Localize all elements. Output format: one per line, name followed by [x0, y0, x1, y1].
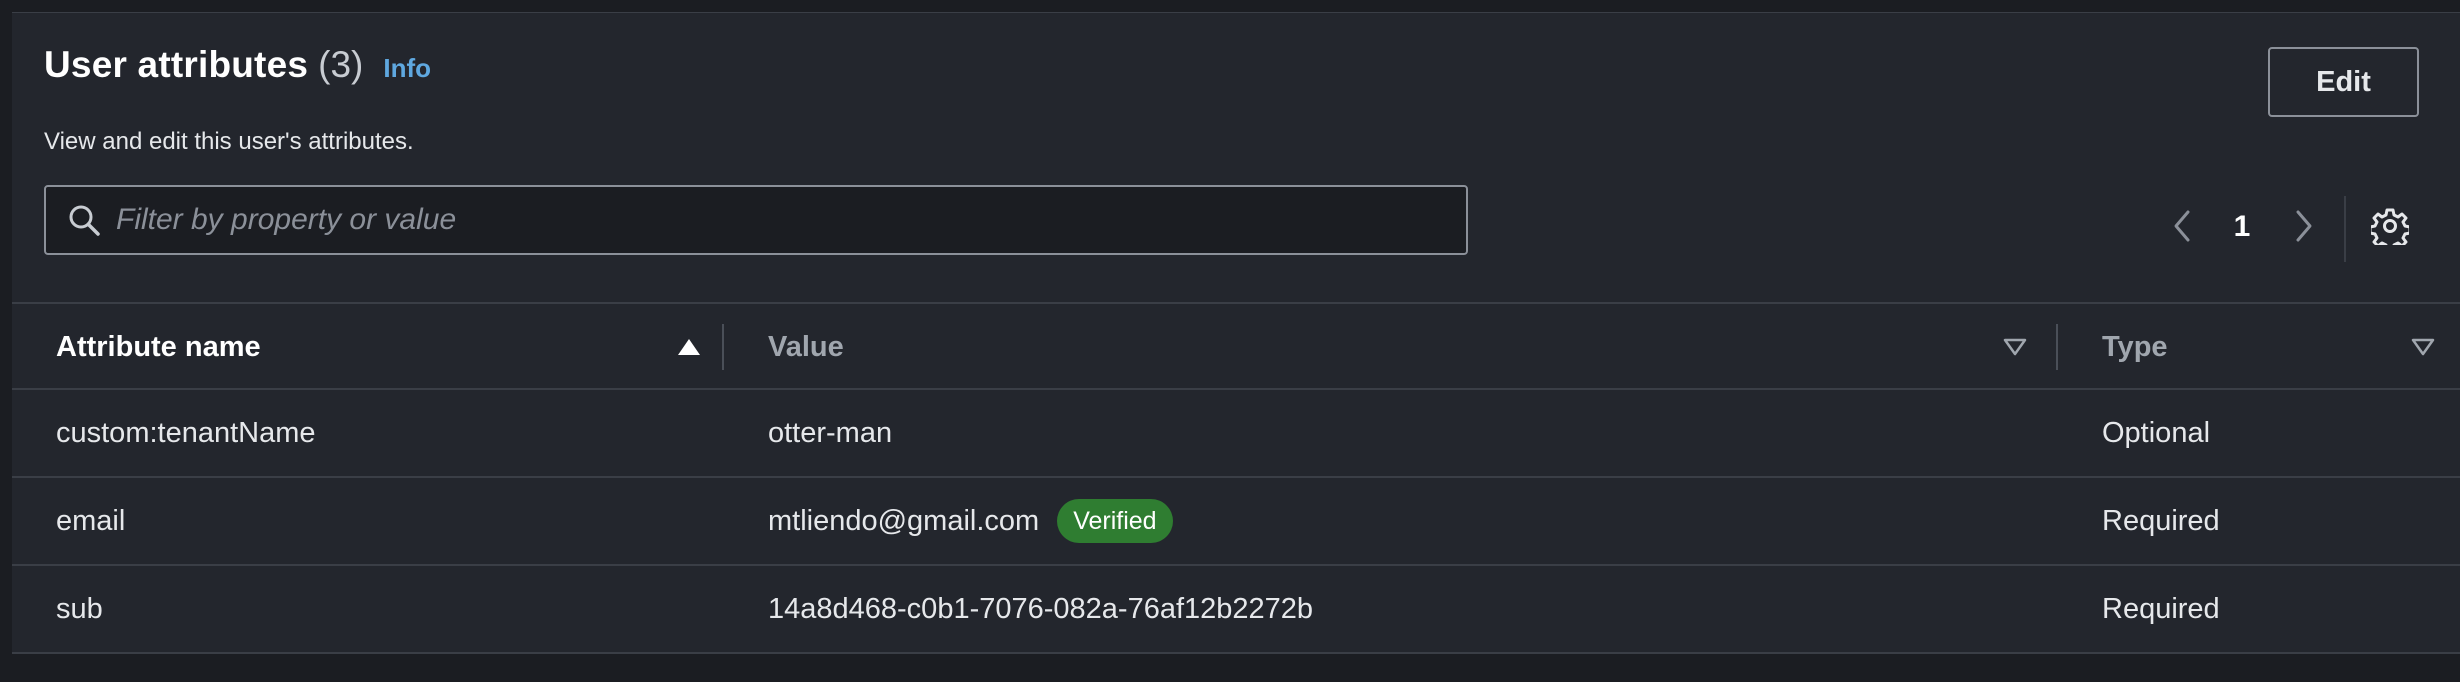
table-preferences-button[interactable] [2368, 207, 2412, 251]
attribute-value-text: otter-man [768, 416, 893, 449]
search-icon [62, 198, 106, 242]
column-divider[interactable] [722, 324, 724, 370]
attribute-name-cell: custom:tenantName [56, 416, 316, 449]
attribute-name-cell: email [56, 504, 126, 537]
next-page-button[interactable] [2290, 208, 2318, 248]
column-header-attribute-name[interactable]: Attribute name [56, 304, 261, 390]
title-row: User attributes (3) Info [44, 44, 2404, 94]
attribute-value-cell: mtliendo@gmail.com Verified [768, 478, 1173, 564]
previous-page-button[interactable] [2168, 208, 2196, 248]
chevron-right-icon [2292, 208, 2316, 249]
pager-divider [2344, 196, 2346, 262]
attribute-count: (3) [318, 44, 364, 85]
page-title: User attributes [44, 44, 309, 85]
panel-description: View and edit this user's attributes. [44, 128, 414, 155]
table-row: email mtliendo@gmail.com Verified Requir… [12, 478, 2460, 566]
column-header-type[interactable]: Type [2102, 304, 2168, 390]
attribute-type-cell: Required [2102, 592, 2220, 625]
attribute-value-text: mtliendo@gmail.com [768, 504, 1040, 537]
sort-indicator-icon[interactable] [2002, 334, 2028, 360]
table-row: sub 14a8d468-c0b1-7076-082a-76af12b2272b… [12, 566, 2460, 654]
column-divider[interactable] [2056, 324, 2058, 370]
attribute-value-text: 14a8d468-c0b1-7076-082a-76af12b2272b [768, 592, 1314, 625]
info-link[interactable]: Info [383, 53, 431, 84]
filter-search-box[interactable] [44, 185, 1468, 255]
attribute-name-cell: sub [56, 592, 103, 625]
sort-ascending-icon[interactable] [676, 334, 702, 360]
attribute-type-cell: Required [2102, 504, 2220, 537]
attribute-value-cell: 14a8d468-c0b1-7076-082a-76af12b2272b [768, 566, 1313, 652]
table-header: Attribute name Value Type [12, 302, 2460, 390]
attribute-value-cell: otter-man [768, 390, 892, 476]
column-header-value[interactable]: Value [768, 304, 844, 390]
attributes-table: Attribute name Value Type custom:tenantN… [12, 302, 2460, 654]
verified-status-badge: Verified [1057, 499, 1173, 543]
attribute-type-cell: Optional [2102, 416, 2211, 449]
table-row: custom:tenantName otter-man Optional [12, 390, 2460, 478]
sort-indicator-icon[interactable] [2410, 334, 2436, 360]
chevron-left-icon [2170, 208, 2194, 249]
current-page-number[interactable]: 1 [2222, 210, 2262, 244]
gear-icon [2368, 207, 2412, 251]
filter-input[interactable] [106, 187, 1466, 253]
edit-button[interactable]: Edit [2268, 47, 2419, 117]
